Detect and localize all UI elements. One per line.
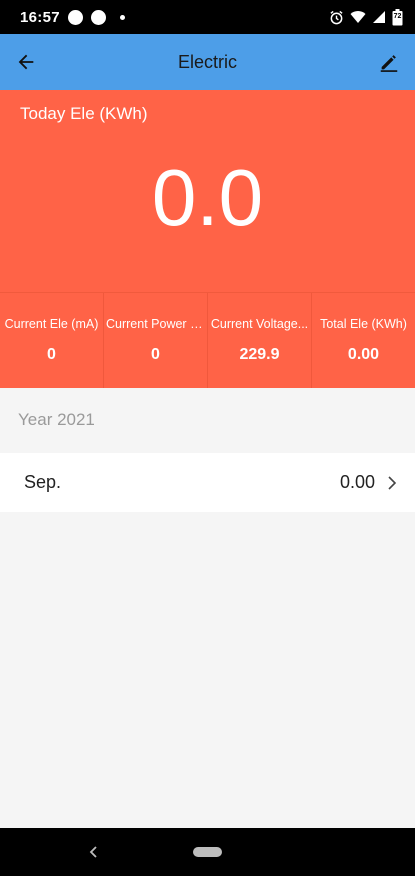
edit-button[interactable]: [375, 48, 403, 76]
stat-label: Current Voltage...: [210, 317, 309, 331]
stat-label: Current Ele (mA): [4, 317, 99, 331]
stat-value: 0.00: [347, 346, 380, 363]
system-nav-bar: [0, 828, 415, 876]
back-button[interactable]: [12, 48, 40, 76]
alarm-icon: [329, 10, 344, 25]
month-right: 0.00: [340, 472, 399, 493]
page-title: Electric: [177, 51, 237, 72]
today-energy-value: 0.0: [151, 153, 264, 242]
year-label: Year 2021: [18, 410, 95, 429]
stat-current-voltage: Current Voltage... 229.9: [208, 293, 312, 388]
today-energy-label: Today Ele (KWh): [20, 104, 148, 123]
list-item-month[interactable]: Sep. 0.00: [0, 453, 415, 512]
month-name: Sep.: [24, 472, 62, 492]
stats-row: Current Ele (mA) 0 Current Power (W) 0 C…: [0, 292, 415, 388]
stat-label: Total Ele (KWh): [320, 317, 407, 331]
month-value: 0.00: [339, 472, 375, 492]
stat-value: 229.9: [239, 346, 280, 363]
today-energy-panel: Today Ele (KWh) 0.0: [0, 90, 415, 292]
battery-level: 72: [393, 12, 402, 20]
arrow-left-icon: [18, 54, 34, 70]
stat-current-power: Current Power (W) 0: [104, 293, 208, 388]
status-bar: 16:57 72: [0, 0, 415, 34]
wifi-icon: [350, 10, 366, 24]
stat-value: 0: [151, 346, 160, 363]
notification-icon: [67, 9, 83, 25]
pencil-icon: [380, 55, 398, 72]
more-notifications-icon: [119, 14, 125, 20]
stat-total-ele: Total Ele (KWh) 0.00: [312, 293, 415, 388]
chevron-left-icon: [89, 846, 97, 858]
stat-current-ele: Current Ele (mA) 0: [0, 293, 104, 388]
system-home-button[interactable]: [193, 847, 222, 857]
status-left: 16:57: [20, 9, 125, 26]
stat-value: 0: [47, 346, 56, 363]
status-time: 16:57: [20, 8, 60, 26]
cell-signal-icon: [372, 10, 386, 24]
battery-icon: 72: [392, 8, 403, 26]
chevron-right-icon: [388, 475, 397, 490]
status-right: 72: [329, 8, 403, 26]
stat-label: Current Power (W): [106, 317, 207, 331]
app-bar: Electric: [0, 34, 415, 90]
notification-icon: [90, 9, 106, 25]
system-back-button[interactable]: [84, 842, 104, 862]
